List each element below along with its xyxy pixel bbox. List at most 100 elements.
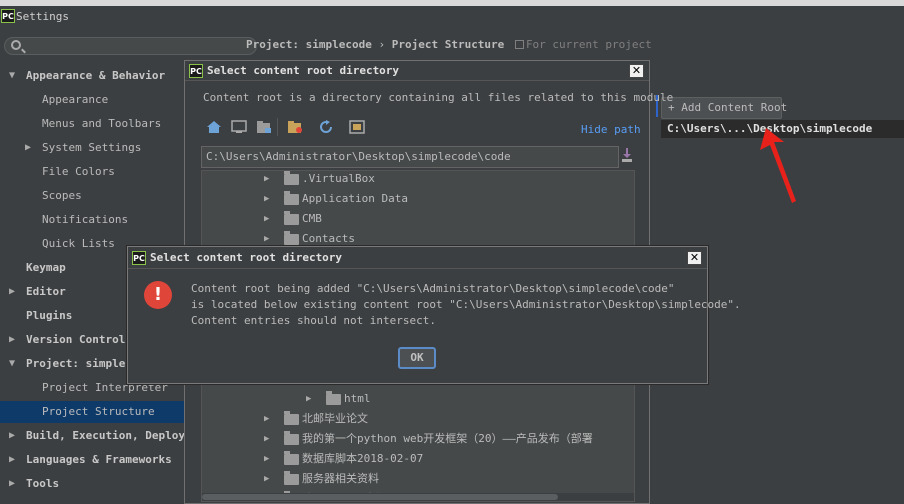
sidebar-item[interactable]: Menus and Toolbars: [0, 113, 184, 135]
sidebar-item-label: System Settings: [42, 141, 142, 154]
tree-row-label: .VirtualBox: [302, 172, 375, 185]
sidebar-item[interactable]: File Colors: [0, 161, 184, 183]
sidebar-item[interactable]: ▶ Tools: [0, 473, 184, 495]
sidebar-item[interactable]: ▼ Appearance & Behavior: [0, 65, 184, 87]
chevron-right-icon[interactable]: ▶: [9, 473, 15, 495]
close-icon[interactable]: ✕: [687, 251, 702, 265]
sidebar-item-label: Languages & Frameworks: [26, 453, 172, 466]
sidebar-item-label: Notifications: [42, 213, 129, 226]
close-icon[interactable]: ✕: [629, 64, 644, 78]
breadcrumb-project: Project: simplecode: [246, 38, 372, 51]
scrollbar-thumb[interactable]: [202, 494, 558, 500]
chevron-right-icon[interactable]: ▶: [264, 449, 269, 469]
dialog-titlebar: PC Select content root directory ✕: [185, 61, 649, 81]
sidebar-item-label: Menus and Toolbars: [42, 117, 162, 130]
chevron-right-icon[interactable]: ▶: [9, 449, 15, 471]
tree-row[interactable]: ▶ 数据库脚本2018-02-07: [264, 449, 634, 469]
chevron-right-icon[interactable]: ▶: [9, 329, 15, 351]
search-icon: [11, 40, 21, 50]
chevron-right-icon[interactable]: ▶: [25, 137, 31, 159]
tree-row[interactable]: ▶ CMB: [264, 209, 634, 229]
chevron-right-icon[interactable]: ▶: [264, 469, 269, 489]
folder-icon: [284, 171, 299, 185]
sidebar-item[interactable]: Scopes: [0, 185, 184, 207]
chevron-right-icon[interactable]: ▶: [264, 409, 269, 429]
tree-row-label: Application Data: [302, 192, 408, 205]
sidebar-item-label: File Colors: [42, 165, 115, 178]
project-folder-icon[interactable]: [256, 120, 272, 134]
error-line-3: Content entries should not intersect.: [191, 314, 437, 327]
sidebar-item-label: Version Control: [26, 333, 126, 346]
tree-row-label: 数据库脚本2018-02-07: [302, 452, 424, 465]
tree-row[interactable]: ▶ 我的第一个python web开发框架（20）——产品发布（部署: [264, 429, 634, 449]
chevron-right-icon[interactable]: ▶: [264, 429, 269, 449]
folder-icon: [284, 191, 299, 205]
tree-row-label: CMB: [302, 212, 322, 225]
app-logo-icon: PC: [1, 9, 15, 23]
sidebar-item-label: Project Structure: [42, 405, 155, 418]
horizontal-scrollbar[interactable]: [202, 493, 634, 501]
tree-row-label: 北邮毕业论文: [302, 412, 368, 425]
folder-icon: [284, 411, 299, 425]
chevron-down-icon[interactable]: ▼: [9, 353, 15, 375]
folder-icon: [284, 451, 299, 465]
sidebar-item-label: Appearance: [42, 93, 109, 106]
refresh-icon[interactable]: [318, 120, 334, 134]
window-titlebar: PC Settings: [0, 0, 904, 32]
dialog-description: Content root is a directory containing a…: [203, 91, 674, 104]
chevron-right-icon[interactable]: ▶: [306, 389, 311, 409]
hide-path-link[interactable]: Hide path: [581, 123, 641, 136]
sidebar-item[interactable]: ▶ System Settings: [0, 137, 184, 159]
new-folder-icon[interactable]: [287, 120, 303, 134]
sidebar-item-label: Editor: [26, 285, 66, 298]
tree-row[interactable]: ▶ Application Data: [264, 189, 634, 209]
tree-row-label: 我的第一个python web开发框架（20）——产品发布（部署: [302, 432, 593, 445]
home-icon[interactable]: [206, 120, 222, 134]
chevron-right-icon[interactable]: ▶: [9, 425, 15, 447]
folder-icon: [284, 471, 299, 485]
ok-button[interactable]: OK: [398, 347, 436, 369]
chevron-right-icon[interactable]: ▶: [9, 281, 15, 303]
tree-row-label: 服务器相关资料: [302, 472, 379, 485]
chevron-right-icon[interactable]: ▶: [264, 209, 269, 229]
error-line-2: is located below existing content root "…: [191, 298, 741, 311]
tree-row[interactable]: ▶ .VirtualBox: [264, 171, 634, 189]
error-line-1: Content root being added "C:\Users\Admin…: [191, 282, 675, 295]
chevron-right-icon[interactable]: ▶: [264, 189, 269, 209]
error-dialog-titlebar: PC Select content root directory ✕: [128, 247, 707, 269]
sidebar-item-label: Appearance & Behavior: [26, 69, 166, 82]
sidebar-item-label: Plugins: [26, 309, 73, 322]
app-logo-icon: PC: [132, 251, 146, 265]
add-content-root-button[interactable]: + Add Content Root: [661, 97, 787, 119]
chevron-right-icon[interactable]: ▶: [264, 171, 269, 189]
path-input[interactable]: C:\Users\Administrator\Desktop\simplecod…: [201, 146, 619, 168]
error-icon: !: [144, 281, 172, 309]
show-hidden-icon[interactable]: [349, 120, 365, 134]
search-input[interactable]: [4, 37, 257, 55]
breadcrumb-hint: For current project: [525, 38, 652, 51]
desktop-icon[interactable]: [231, 120, 247, 134]
tree-row[interactable]: ▶ 北邮毕业论文: [264, 409, 634, 429]
folder-icon: [284, 231, 299, 245]
breadcrumb: Project: simplecode › Project Structure …: [246, 38, 652, 51]
sidebar-item-label: Scopes: [42, 189, 82, 202]
tree-row[interactable]: ▶ html: [306, 389, 634, 409]
toolbar-separator: [277, 118, 278, 136]
app-logo-icon: PC: [189, 64, 203, 78]
sidebar-item[interactable]: Notifications: [0, 209, 184, 231]
breadcrumb-separator: ›: [378, 38, 386, 51]
sidebar-item-label: Tools: [26, 477, 60, 490]
sidebar-item[interactable]: Appearance: [0, 89, 184, 111]
sidebar-item[interactable]: ▶ Build, Execution, Deployment: [0, 425, 184, 447]
folder-icon: [284, 211, 299, 225]
sidebar-item[interactable]: ▶ Languages & Frameworks: [0, 449, 184, 471]
chevron-down-icon[interactable]: ▼: [9, 65, 15, 87]
breadcrumb-page: Project Structure: [391, 38, 505, 51]
sidebar-item-label: Keymap: [26, 261, 66, 274]
sidebar-item[interactable]: Project Structure: [0, 401, 184, 423]
sidebar-item-label: Build, Execution, Deployment: [26, 429, 184, 442]
tree-row[interactable]: ▶ 服务器相关资料: [264, 469, 634, 489]
download-icon[interactable]: [621, 147, 633, 163]
error-dialog-title: Select content root directory: [150, 251, 343, 264]
sidebar-item-label: Quick Lists: [42, 237, 115, 250]
